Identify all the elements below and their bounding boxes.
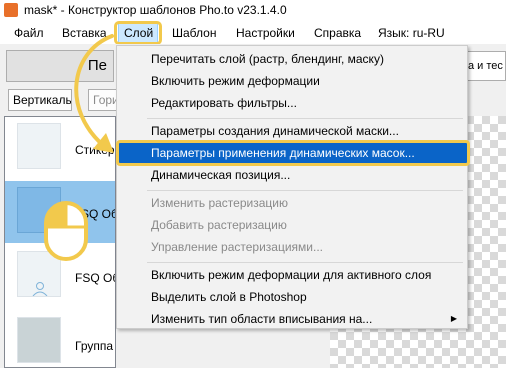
- tutorial-arrow-icon: [74, 34, 114, 153]
- mouse-click-icon: [44, 201, 88, 261]
